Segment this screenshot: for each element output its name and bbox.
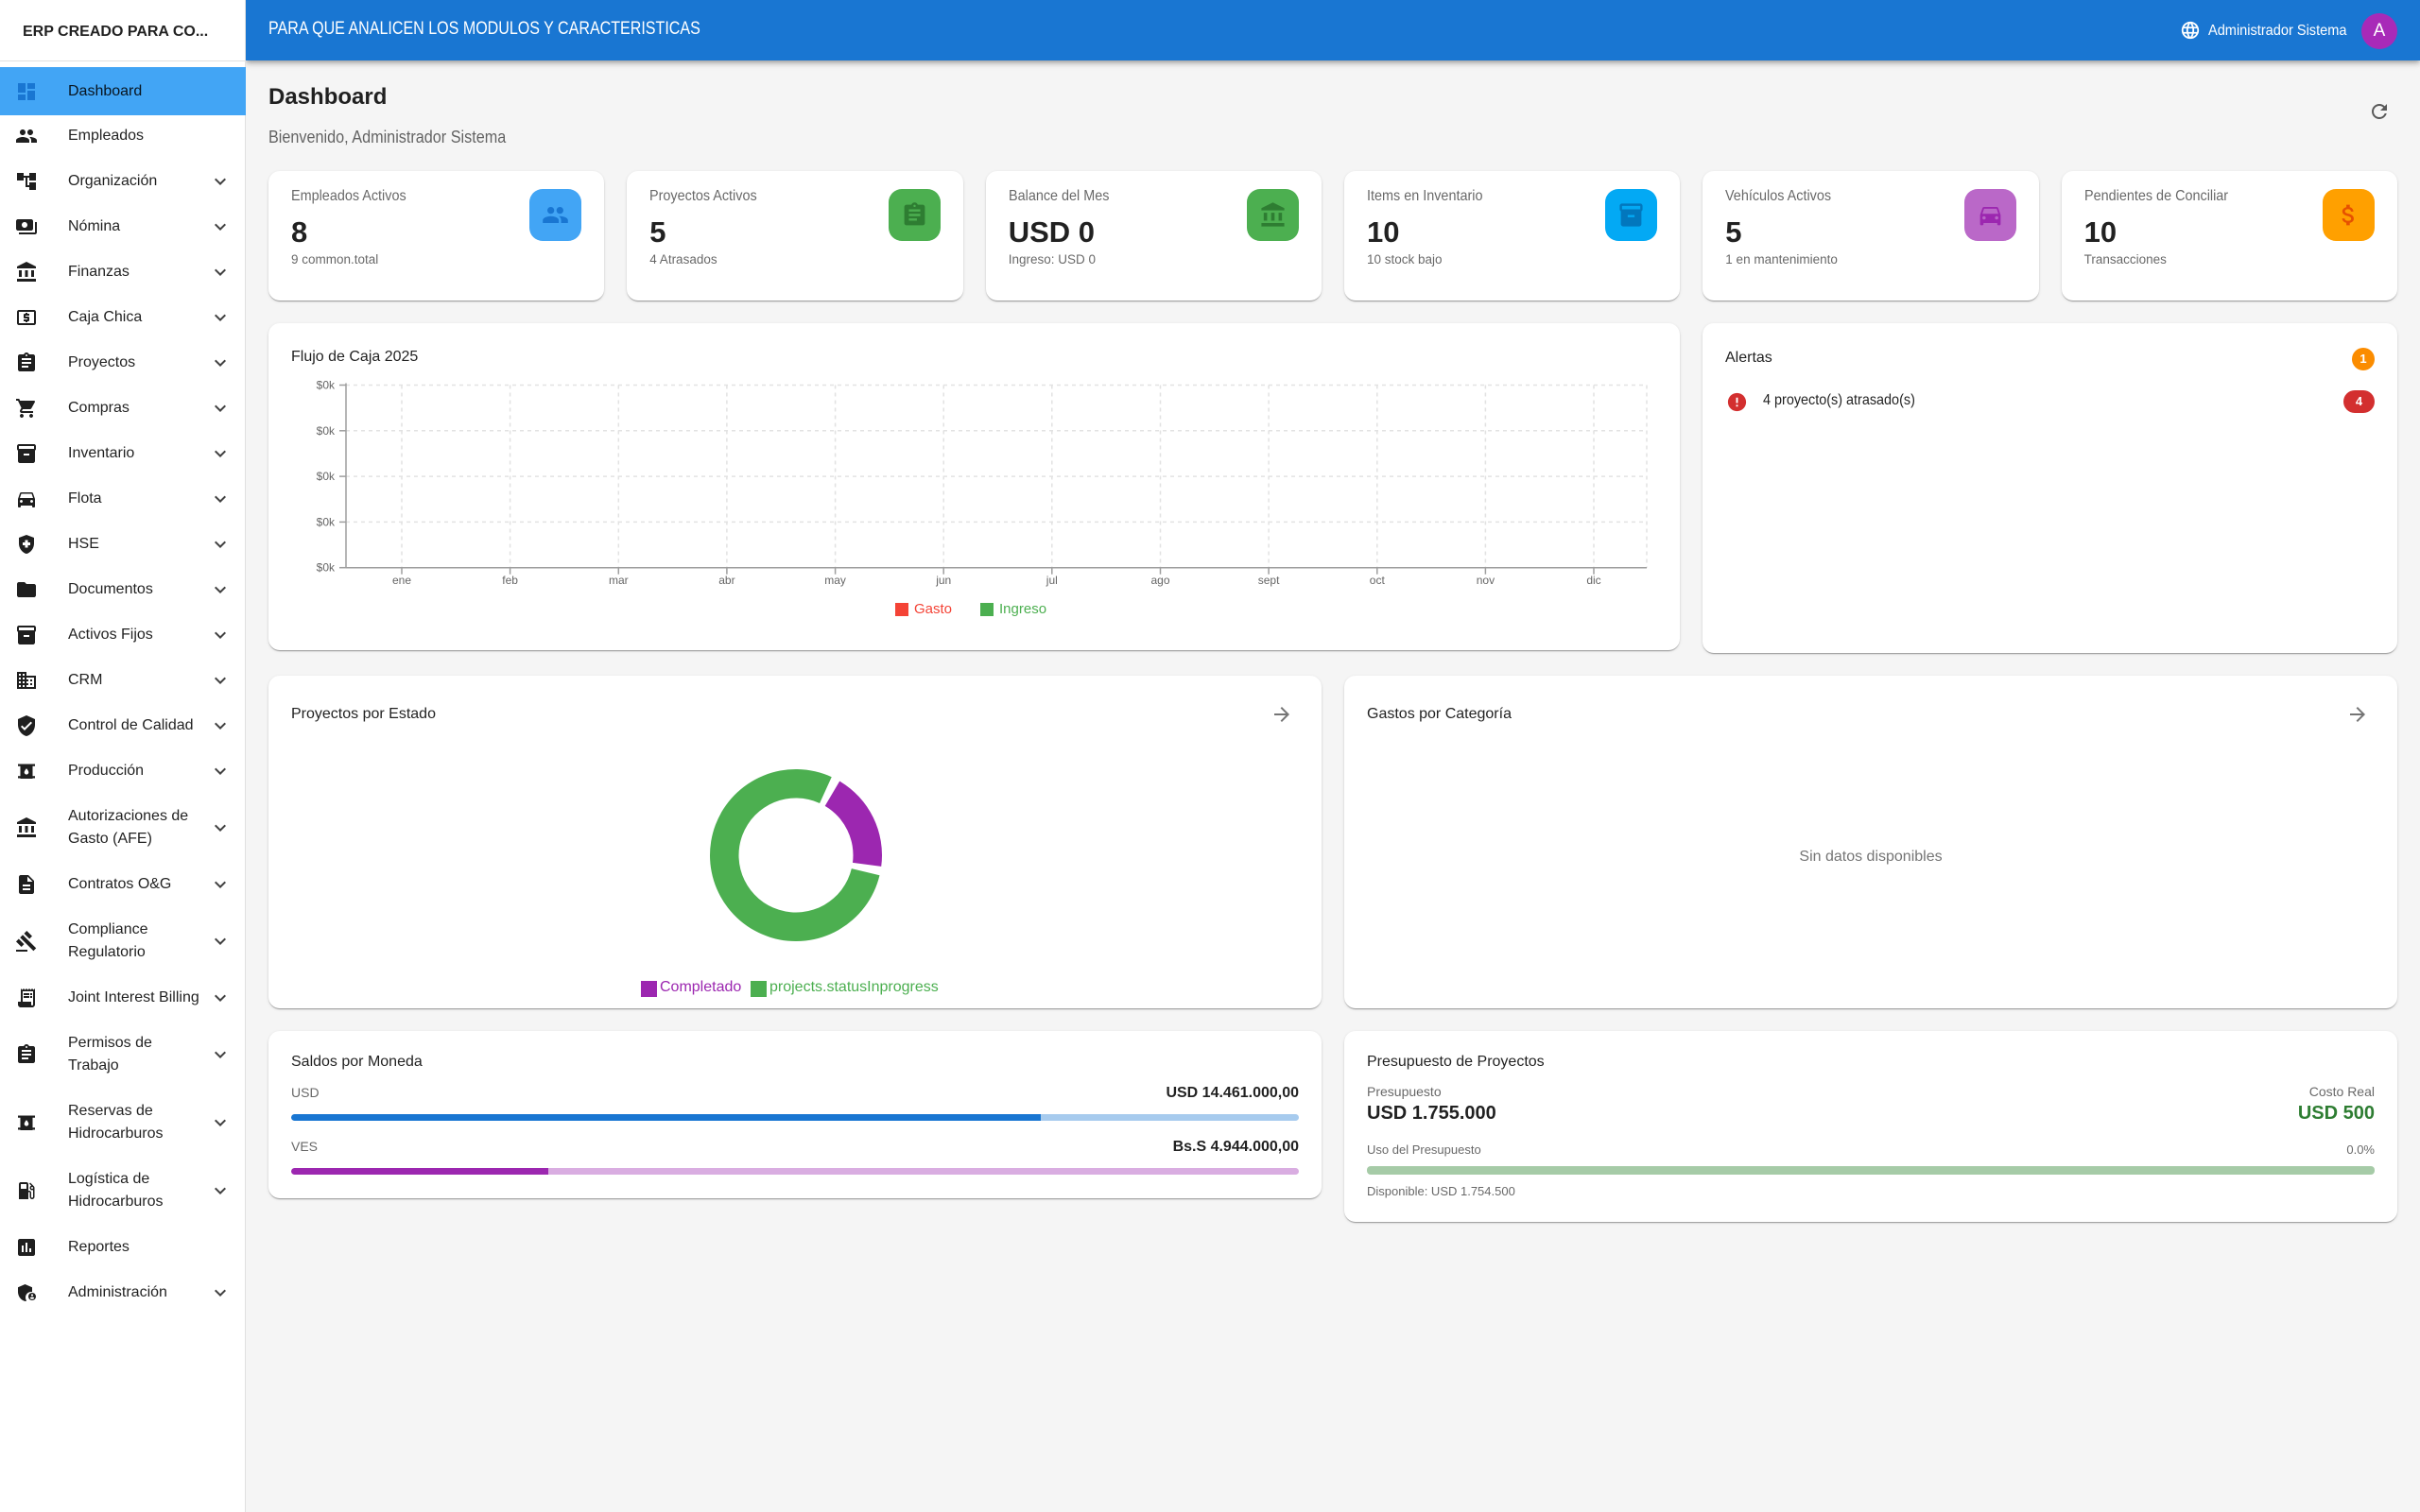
svg-text:feb: feb [502,574,518,587]
svg-text:nov: nov [1477,574,1495,587]
svg-text:$0k: $0k [317,424,336,438]
svg-text:$0k: $0k [317,515,336,528]
svg-text:oct: oct [1370,574,1386,587]
svg-text:abr: abr [718,574,735,587]
svg-text:mar: mar [609,574,629,587]
svg-text:sept: sept [1258,574,1280,587]
svg-text:jul: jul [1046,574,1058,587]
svg-text:$0k: $0k [317,561,336,575]
svg-text:$0k: $0k [317,379,336,392]
svg-text:jun: jun [935,574,951,587]
svg-text:$0k: $0k [317,470,336,483]
svg-text:ago: ago [1150,574,1169,587]
svg-text:ene: ene [392,574,411,587]
svg-text:may: may [824,574,846,587]
svg-text:dic: dic [1586,574,1600,587]
